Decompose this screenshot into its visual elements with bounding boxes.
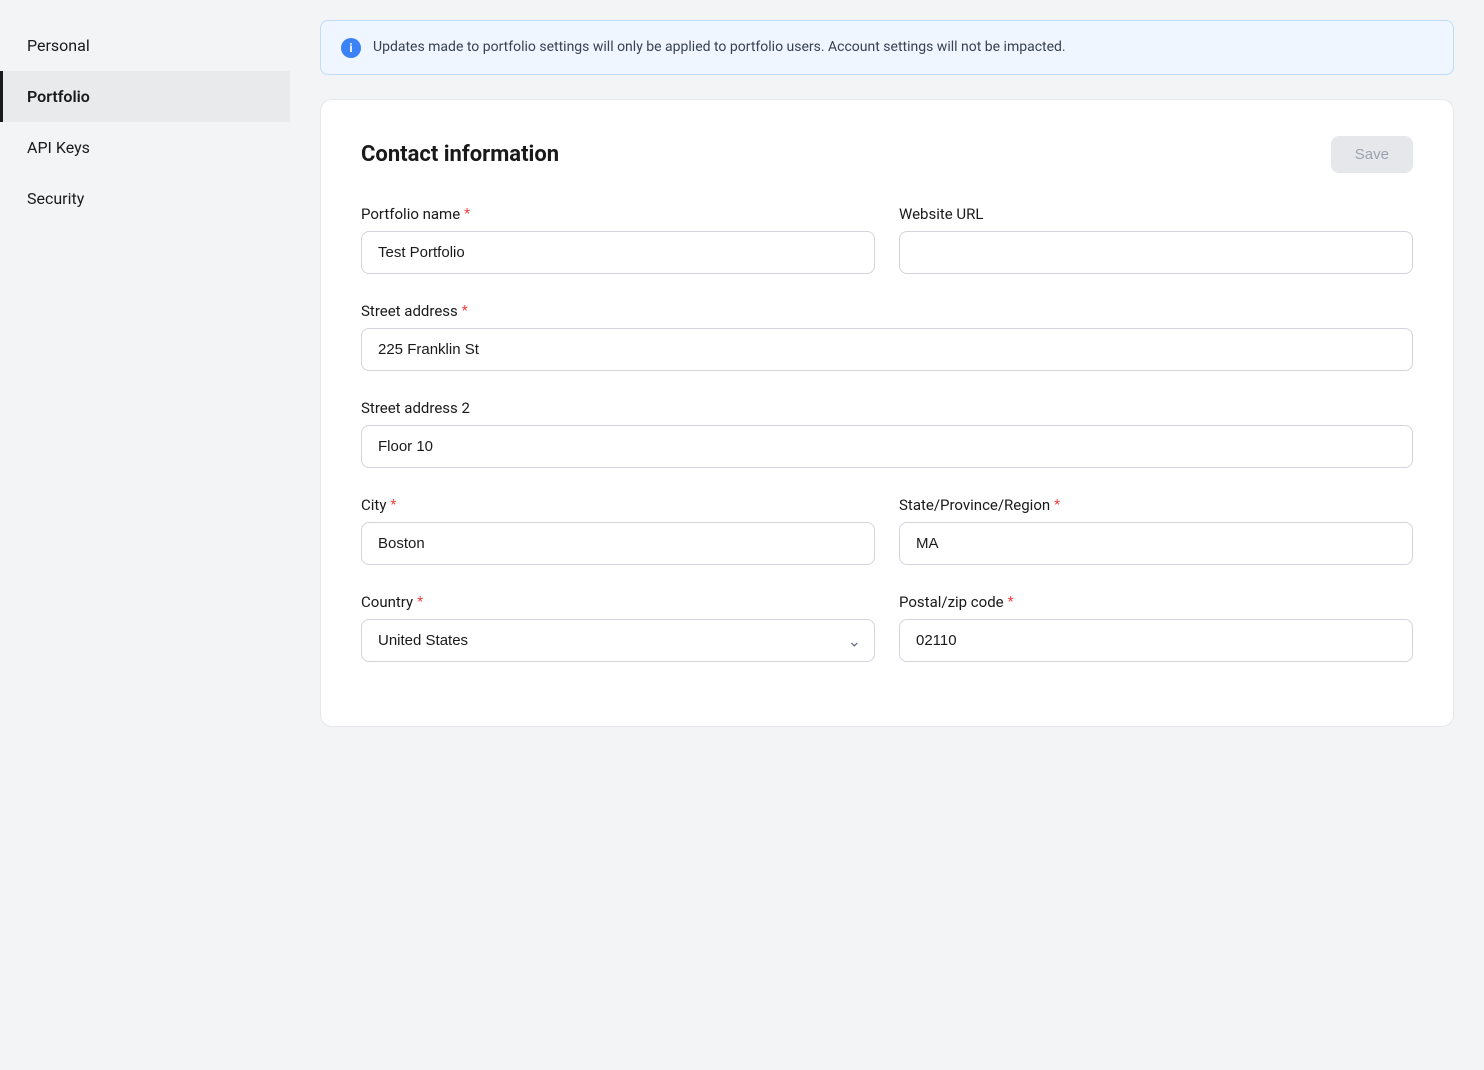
- street-address-required: *: [462, 303, 468, 319]
- sidebar-item-security[interactable]: Security: [0, 173, 290, 224]
- portfolio-name-required: *: [464, 206, 470, 222]
- sidebar-item-label-personal: Personal: [27, 36, 90, 55]
- postal-label: Postal/zip code *: [899, 593, 1413, 611]
- country-select[interactable]: United States Canada United Kingdom: [361, 619, 875, 662]
- sidebar: Personal Portfolio API Keys Security: [0, 0, 290, 1070]
- country-select-wrapper: United States Canada United Kingdom ⌄: [361, 619, 875, 662]
- street-address2-label: Street address 2: [361, 399, 1413, 417]
- main-content: i Updates made to portfolio settings wil…: [290, 0, 1484, 1070]
- info-banner: i Updates made to portfolio settings wil…: [320, 20, 1454, 75]
- website-url-label: Website URL: [899, 205, 1413, 223]
- form-row-street-address2: Street address 2: [361, 399, 1413, 468]
- info-banner-text: Updates made to portfolio settings will …: [373, 37, 1066, 58]
- portfolio-name-label: Portfolio name *: [361, 205, 875, 223]
- state-label: State/Province/Region *: [899, 496, 1413, 514]
- portfolio-name-input[interactable]: [361, 231, 875, 274]
- street-address-input[interactable]: [361, 328, 1413, 371]
- city-required: *: [390, 497, 396, 513]
- form-group-postal: Postal/zip code *: [899, 593, 1413, 662]
- form-row-city-state: City * State/Province/Region *: [361, 496, 1413, 565]
- city-label: City *: [361, 496, 875, 514]
- form-title: Contact information: [361, 142, 559, 167]
- info-icon: i: [341, 38, 361, 58]
- form-group-portfolio-name: Portfolio name *: [361, 205, 875, 274]
- form-group-street-address: Street address *: [361, 302, 1413, 371]
- form-row-name-url: Portfolio name * Website URL: [361, 205, 1413, 274]
- postal-required: *: [1008, 594, 1014, 610]
- sidebar-item-api-keys[interactable]: API Keys: [0, 122, 290, 173]
- form-row-country-postal: Country * United States Canada United Ki…: [361, 593, 1413, 662]
- form-row-street-address: Street address *: [361, 302, 1413, 371]
- form-header: Contact information Save: [361, 136, 1413, 173]
- form-group-country: Country * United States Canada United Ki…: [361, 593, 875, 662]
- state-required: *: [1054, 497, 1060, 513]
- sidebar-item-portfolio[interactable]: Portfolio: [0, 71, 290, 122]
- street-address2-input[interactable]: [361, 425, 1413, 468]
- postal-input[interactable]: [899, 619, 1413, 662]
- country-label: Country *: [361, 593, 875, 611]
- form-group-street-address2: Street address 2: [361, 399, 1413, 468]
- form-group-website-url: Website URL: [899, 205, 1413, 274]
- website-url-input[interactable]: [899, 231, 1413, 274]
- contact-information-card: Contact information Save Portfolio name …: [320, 99, 1454, 727]
- sidebar-item-label-api-keys: API Keys: [27, 138, 90, 157]
- sidebar-item-label-security: Security: [27, 189, 84, 208]
- country-required: *: [417, 594, 423, 610]
- form-group-state: State/Province/Region *: [899, 496, 1413, 565]
- form-group-city: City *: [361, 496, 875, 565]
- sidebar-item-label-portfolio: Portfolio: [27, 87, 90, 106]
- sidebar-item-personal[interactable]: Personal: [0, 20, 290, 71]
- save-button[interactable]: Save: [1331, 136, 1413, 173]
- city-input[interactable]: [361, 522, 875, 565]
- street-address-label: Street address *: [361, 302, 1413, 320]
- state-input[interactable]: [899, 522, 1413, 565]
